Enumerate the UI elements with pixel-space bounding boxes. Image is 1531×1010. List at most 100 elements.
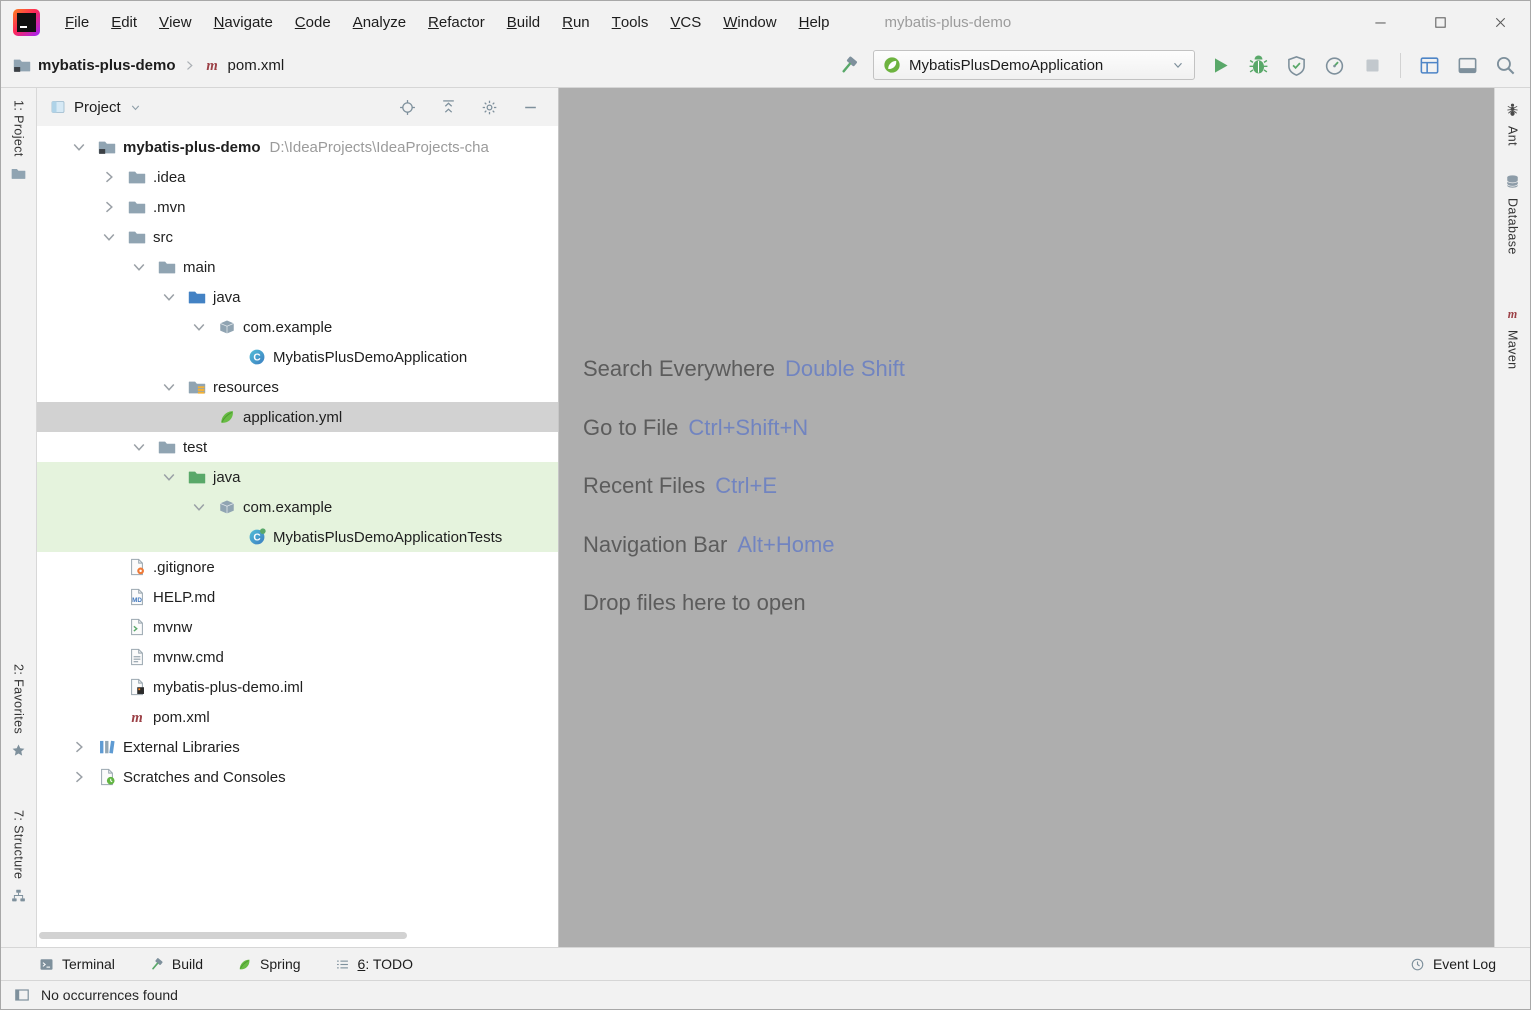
search-everywhere-button[interactable] — [1492, 52, 1518, 78]
tree-item-help.md[interactable]: MDHELP.md — [37, 582, 558, 612]
menu-run[interactable]: Run — [551, 1, 601, 43]
chevron-down-icon[interactable] — [191, 319, 207, 335]
run-with-coverage-button[interactable] — [1283, 52, 1309, 78]
run-with-profiler-button[interactable] — [1321, 52, 1347, 78]
horizontal-scrollbar[interactable] — [39, 932, 407, 939]
folder-resources-icon — [188, 378, 206, 396]
tool-window-label: Database — [1506, 198, 1520, 255]
cmd-icon — [128, 648, 146, 666]
tree-item-main[interactable]: main — [37, 252, 558, 282]
chevron-down-icon[interactable] — [101, 229, 117, 245]
tool-window-button-maven[interactable]: mMaven — [1495, 306, 1530, 370]
menu-window[interactable]: Window — [712, 1, 787, 43]
project-view-dropdown[interactable]: Project — [74, 99, 121, 116]
tree-item-test[interactable]: test — [37, 432, 558, 462]
chevron-down-icon[interactable] — [191, 499, 207, 515]
tree-item-mybatisplusdemoapplicationtests[interactable]: CMybatisPlusDemoApplicationTests — [37, 522, 558, 552]
tree-item-com.example[interactable]: com.example — [37, 492, 558, 522]
chevron-down-icon[interactable] — [161, 469, 177, 485]
locate-file-button[interactable] — [399, 99, 416, 116]
tree-item-java[interactable]: java — [37, 462, 558, 492]
status-bar: No occurrences found — [1, 980, 1530, 1009]
menu-analyze[interactable]: Analyze — [342, 1, 417, 43]
tree-item-mybatis-plus-demo.iml[interactable]: mybatis-plus-demo.iml — [37, 672, 558, 702]
chevron-down-icon[interactable] — [131, 259, 147, 275]
chevron-down-icon[interactable] — [161, 379, 177, 395]
spring-icon — [237, 957, 252, 972]
run-configuration-select[interactable]: MybatisPlusDemoApplication — [873, 50, 1195, 80]
tree-item-label: mybatis-plus-demo — [123, 139, 261, 156]
restore-layout-button[interactable] — [1454, 52, 1480, 78]
tree-item-mybatisplusdemoapplication[interactable]: CMybatisPlusDemoApplication — [37, 342, 558, 372]
right-tool-window-stripe: Ant Database mMaven — [1494, 88, 1530, 947]
chevron-right-icon[interactable] — [71, 769, 87, 785]
build-project-button[interactable] — [835, 52, 861, 78]
maven-icon: m — [203, 56, 221, 74]
tree-item-scratches-and-consoles[interactable]: Scratches and Consoles — [37, 762, 558, 792]
chevron-down-icon[interactable] — [161, 289, 177, 305]
twisty-spacer — [101, 589, 117, 605]
tree-item-.idea[interactable]: .idea — [37, 162, 558, 192]
run-button[interactable] — [1207, 52, 1233, 78]
collapse-all-button[interactable] — [440, 99, 457, 116]
tool-window-button-7-structure[interactable]: 7: Structure — [1, 810, 36, 903]
close-button[interactable] — [1470, 1, 1530, 43]
tree-item-label: src — [153, 229, 173, 246]
menu-build[interactable]: Build — [496, 1, 551, 43]
debug-button[interactable] — [1245, 52, 1271, 78]
menu-refactor[interactable]: Refactor — [417, 1, 496, 43]
menu-view[interactable]: View — [148, 1, 203, 43]
breadcrumb-file[interactable]: pom.xml — [228, 57, 285, 74]
tree-item-external-libraries[interactable]: External Libraries — [37, 732, 558, 762]
gear-icon[interactable] — [481, 99, 498, 116]
tree-item-mvnw[interactable]: mvnw — [37, 612, 558, 642]
project-structure-button[interactable] — [1416, 52, 1442, 78]
minimize-button[interactable] — [1350, 1, 1410, 43]
project-folder-icon — [98, 138, 116, 156]
tree-item-com.example[interactable]: com.example — [37, 312, 558, 342]
chevron-down-icon — [1171, 58, 1185, 72]
tree-item-mvnw.cmd[interactable]: mvnw.cmd — [37, 642, 558, 672]
ide-window: FileEditViewNavigateCodeAnalyzeRefactorB… — [0, 0, 1531, 1010]
tool-window-button-2-favorites[interactable]: 2: Favorites — [1, 664, 36, 758]
tree-item-pom.xml[interactable]: mpom.xml — [37, 702, 558, 732]
tool-window-button-event-log[interactable]: Event Log — [1410, 956, 1496, 972]
chevron-down-icon[interactable] — [71, 139, 87, 155]
tree-item-src[interactable]: src — [37, 222, 558, 252]
chevron-down-icon[interactable] — [131, 439, 147, 455]
tree-item-label: main — [183, 259, 216, 276]
tree-item-java[interactable]: java — [37, 282, 558, 312]
chevron-right-icon[interactable] — [71, 739, 87, 755]
menu-code[interactable]: Code — [284, 1, 342, 43]
menu-edit[interactable]: Edit — [100, 1, 148, 43]
stop-button[interactable] — [1359, 52, 1385, 78]
tree-item-application.yml[interactable]: application.yml — [37, 402, 558, 432]
editor-area: Search EverywhereDouble ShiftGo to FileC… — [559, 88, 1494, 947]
tool-window-button-ant[interactable]: Ant — [1495, 102, 1530, 146]
tool-window-button-1-project[interactable]: 1: Project — [1, 100, 36, 181]
terminal-icon — [39, 957, 54, 972]
menu-navigate[interactable]: Navigate — [203, 1, 284, 43]
toggle-tool-window-bars-icon[interactable] — [14, 987, 30, 1003]
tree-item-.gitignore[interactable]: .gitignore — [37, 552, 558, 582]
menu-file[interactable]: File — [54, 1, 100, 43]
tree-item-mybatis-plus-demo[interactable]: mybatis-plus-demoD:\IdeaProjects\IdeaPro… — [37, 132, 558, 162]
hide-panel-button[interactable] — [522, 99, 539, 116]
tool-window-button-spring[interactable]: Spring — [237, 956, 300, 972]
twisty-spacer — [221, 349, 237, 365]
tool-window-button-database[interactable]: Database — [1495, 174, 1530, 255]
chevron-right-icon[interactable] — [101, 169, 117, 185]
breadcrumb-project[interactable]: mybatis-plus-demo — [38, 57, 176, 74]
tool-window-button-terminal[interactable]: Terminal — [39, 956, 115, 972]
menu-help[interactable]: Help — [788, 1, 841, 43]
tool-window-button-6-todo[interactable]: 6: TODO — [335, 956, 414, 972]
tree-item-.mvn[interactable]: .mvn — [37, 192, 558, 222]
tool-window-button-build[interactable]: Build — [149, 956, 203, 972]
menu-vcs[interactable]: VCS — [659, 1, 712, 43]
libraries-icon — [98, 738, 116, 756]
tree-item-resources[interactable]: resources — [37, 372, 558, 402]
menu-tools[interactable]: Tools — [601, 1, 660, 43]
maximize-button[interactable] — [1410, 1, 1470, 43]
chevron-right-icon[interactable] — [101, 199, 117, 215]
main-toolbar: mybatis-plus-demo m pom.xml MybatisPlusD… — [1, 43, 1530, 88]
